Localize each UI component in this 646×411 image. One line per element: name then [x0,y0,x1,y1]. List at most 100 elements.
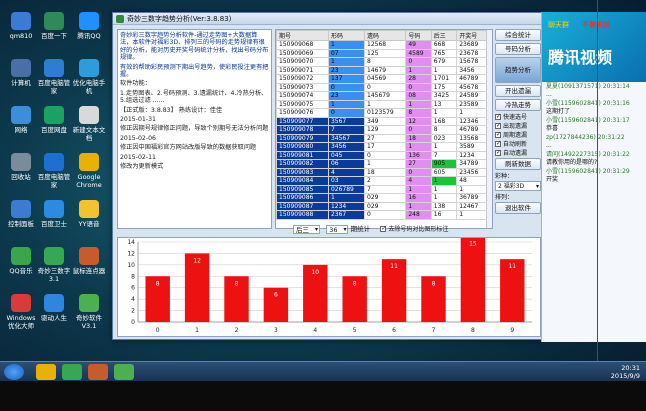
table-row[interactable]: 150909086 1 029 16 1 36789 [276,193,488,203]
checkbox-icon[interactable] [380,224,386,233]
table-header[interactable]: 后三 [430,30,458,41]
option-checkbox[interactable]: 自动刷新 [495,139,543,149]
table-cell: 1 [327,57,366,67]
desktop-icon[interactable]: 奇妙三数字3.1 [37,247,71,283]
table-cell: 06 [327,159,366,169]
table-cell: 1 [363,99,407,109]
table-row[interactable]: 150909082 06 1 27 905 34789 [276,159,488,169]
checkbox-icon[interactable] [495,112,501,121]
desktop-icon[interactable]: QQ音乐 [4,247,38,275]
table-row[interactable]: 150909083 4 18 0 605 23456 [276,167,488,177]
desktop-icon[interactable]: 百度一下 [37,12,71,40]
option-checkbox[interactable]: 自动遗漏 [495,148,543,158]
option-checkbox[interactable]: 快速选号 [495,112,543,122]
app-shortcut-icon [11,106,31,124]
intro-p9: 2015-02-11 [120,153,156,161]
checkbox-icon[interactable] [495,130,501,139]
desktop-icon[interactable]: 驱动人生 [37,294,71,322]
checkbox-icon[interactable] [495,148,501,157]
desktop-icon[interactable]: 优化电脑手机 [72,59,106,95]
period-count-label: 期统计 [350,225,371,233]
y-tick-label: 10 [127,262,135,269]
table-header[interactable]: 遗码 [363,30,407,41]
remove-mark-checkbox[interactable]: 去除号码对比图形标注 [380,224,448,234]
desktop-icon[interactable]: 控制面板 [4,200,38,228]
desktop-icon[interactable]: 回收站 [4,153,38,181]
table-row[interactable]: 150909072 137 04569 28 1701 46789 [276,74,488,84]
overall-stats-button[interactable]: 综合统计 [495,29,541,41]
table-row[interactable]: 150909074 23 145679 08 3425 24589 [276,91,488,101]
table-row[interactable]: 150909069 07 125 4589 765 23678 [276,48,488,58]
table-cell: 03 [327,176,366,186]
table-scrollbar[interactable] [486,30,492,228]
table-header[interactable]: 号码 [405,30,432,41]
lottery-type-select[interactable]: 2 福彩3D [495,181,541,191]
desktop-icon[interactable]: 百度电脑管家 [37,153,71,189]
table-row[interactable]: 150909087 1234 029 1 138 12467 [276,201,488,211]
checkbox-icon[interactable] [495,139,501,148]
trend-analysis-button[interactable]: 趋势分析 [495,57,541,83]
option-checkbox[interactable]: 周期遗漏 [495,130,543,140]
checkbox-icon[interactable] [495,121,501,130]
table-header[interactable]: 期号 [276,30,329,41]
table-cell: 0123579 [363,108,407,118]
table-row[interactable]: 150909071 23 14679 1 1 3456 [276,65,488,75]
table-row[interactable]: 150909073 0 0 0 175 45678 [276,82,488,92]
table-header[interactable]: 开奖号 [456,30,488,41]
desktop-icon[interactable]: 网络 [4,106,38,134]
table-cell: 2 [363,176,407,186]
desktop-icon[interactable]: Windows优化大师 [4,294,38,330]
desktop-icon[interactable]: qm810 [4,12,38,40]
open-miss-button[interactable]: 开出遗漏 [495,85,541,97]
table-row[interactable]: 150909078 7 129 0 8 46789 [276,125,488,135]
table-row[interactable]: 150909068 1 12568 49 668 23689 [276,40,488,50]
exit-button[interactable]: 退出软件 [495,202,541,214]
desktop-icon[interactable]: 奇妙软件V3.1 [72,294,106,330]
desktop-icon-label: 百度卫士 [41,220,67,228]
desktop-icon-label: 鼠标连点器 [72,267,106,275]
intro-p7: 2015-02-06 [120,134,156,142]
desktop-icon-label: Google Chrome [76,173,102,189]
table-cell: 34567 [327,133,366,143]
intro-text-panel[interactable]: 奇妙彩三数字趋势分析软件-通过走势图+大数据算法，本软件对福彩3D、排列三的号码… [117,29,272,229]
table-row[interactable]: 150909079 34567 27 18 023 13568 [276,133,488,143]
system-clock[interactable]: 20:31 2015/9/9 [611,364,640,380]
tool-taskbar-icon[interactable] [88,364,108,380]
table-row[interactable]: 150909075 1 1 1 13 23589 [276,99,488,109]
desktop-icon-label: QQ音乐 [9,267,33,275]
desktop-icon[interactable]: 鼠标连点器 [72,247,106,275]
app-window: 奇妙三数字趋势分析(Ver:3.8.83) 奇妙彩三数字趋势分析软件-通过走势图… [112,12,544,340]
table-row[interactable]: 150909077 3567 349 12 168 12346 [276,116,488,126]
chat-message: 请问(1492227315) 20:31:22 请教你用的是哪的? [542,150,646,167]
desktop-icon[interactable]: Google Chrome [72,153,106,189]
desktop-icon[interactable]: 腾讯QQ [72,12,106,40]
desktop-icon[interactable]: 百度网盘 [37,106,71,134]
table-header[interactable]: 形码 [327,30,366,41]
table-row[interactable]: 150909085 026789 7 1 1 1 [276,184,488,194]
table-row[interactable]: 150909088 2367 0 248 16 1 [276,210,488,220]
period-count-input[interactable]: 36 [326,224,349,234]
bar-value-label: 11 [390,263,398,270]
table-row[interactable]: 150909076 0 0123579 8 1 1 [276,108,488,118]
number-analysis-button[interactable]: 号码分析 [495,43,541,55]
option-checkbox[interactable]: 出现遗漏 [495,121,543,131]
window-titlebar[interactable]: 奇妙三数字趋势分析(Ver:3.8.83) [113,13,543,25]
desktop-icon[interactable]: 新建文本文档 [72,106,106,142]
table-row[interactable]: 150909070 1 8 0 679 15678 [276,57,488,67]
desktop-icon[interactable]: 计算机 [4,59,38,87]
table-cell: 026789 [327,184,366,194]
software-taskbar-icon[interactable] [114,364,134,380]
draw-history-table[interactable]: 期号 形码 遗码 号码 后三 开奖号 150909068 1 12568 49 668 23689 1… [275,29,493,229]
position-select[interactable]: 后三 [293,224,320,234]
table-row[interactable]: 150909084 03 2 4 1 48 [276,176,488,186]
table-row[interactable]: 150909081 045 0 136 7 1234 [276,150,488,160]
desktop-icon[interactable]: 百度卫士 [37,200,71,228]
refresh-data-button[interactable]: 刷新数据 [495,158,541,170]
chrome-taskbar-icon[interactable] [36,364,56,380]
desktop-icon[interactable]: YY语音 [72,200,106,228]
start-button-icon[interactable] [4,364,24,380]
table-row[interactable]: 150909080 3456 17 1 1 3589 [276,142,488,152]
app-taskbar-icon[interactable] [62,364,82,380]
hot-cold-button[interactable]: 冷热走势 [495,99,541,111]
desktop-icon[interactable]: 百度电脑管家 [37,59,71,95]
